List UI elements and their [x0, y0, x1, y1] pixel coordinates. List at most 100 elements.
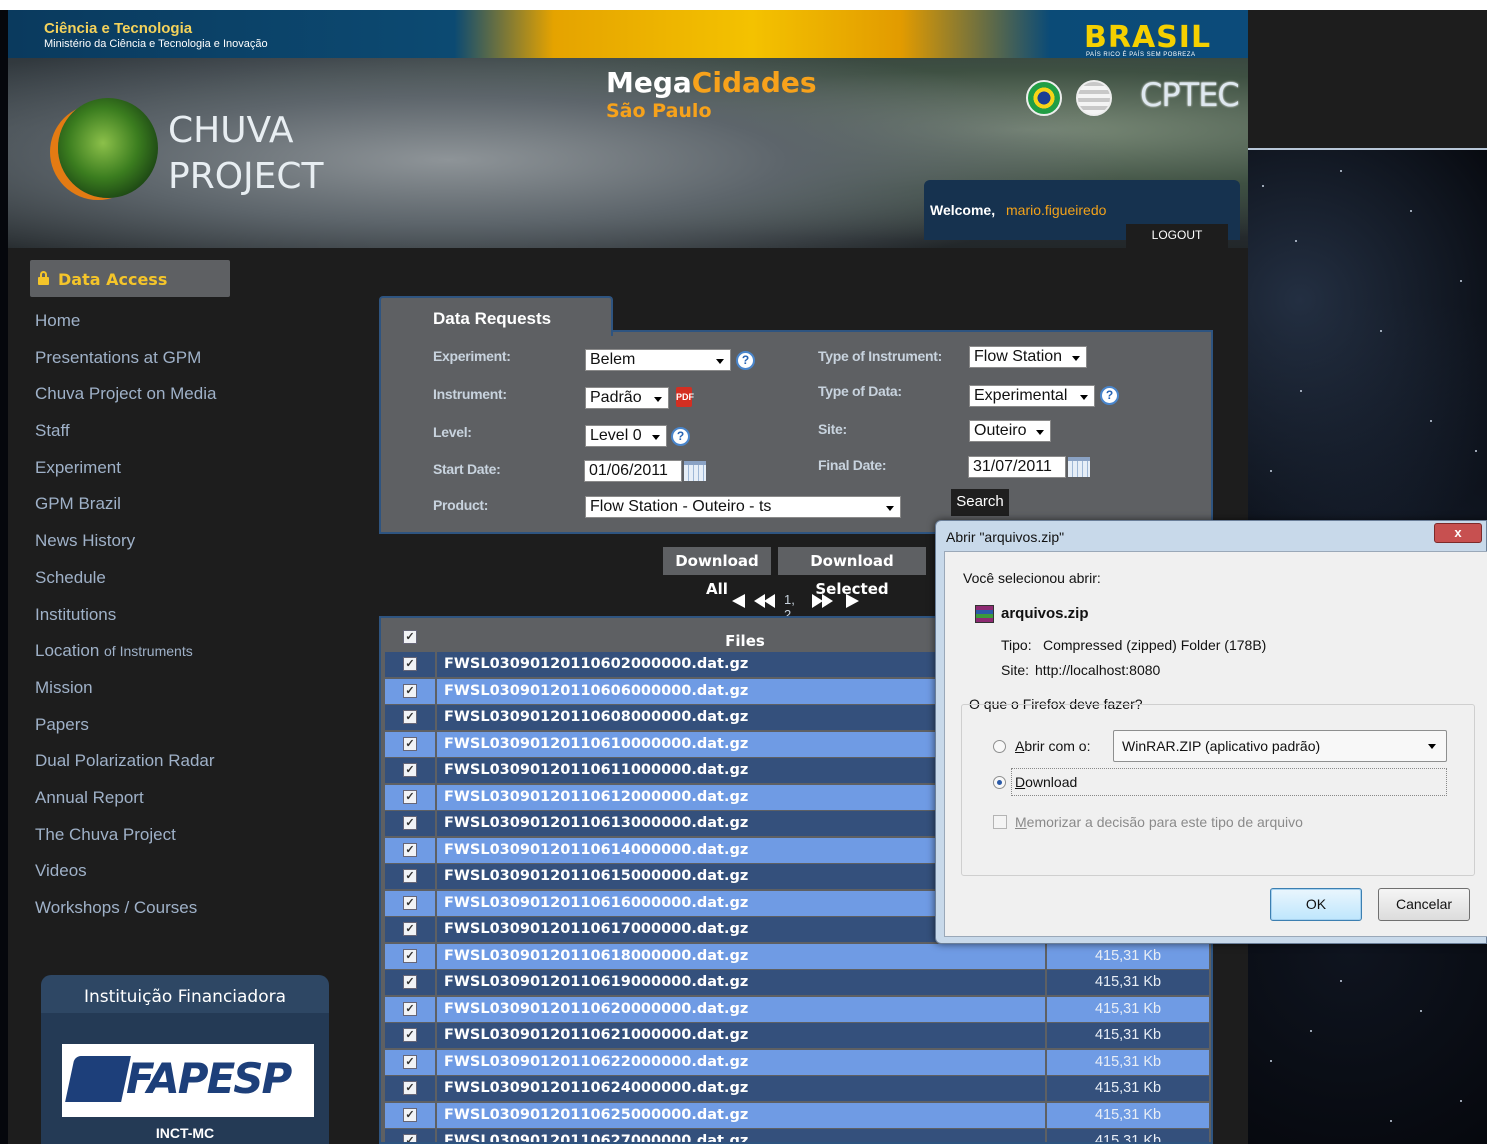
- row-checkbox[interactable]: ✓: [403, 657, 417, 671]
- brazil-flag-icon[interactable]: [1026, 80, 1062, 116]
- brasil-logo[interactable]: BRASIL PAÍS RICO É PAÍS SEM POBREZA: [1084, 20, 1218, 58]
- file-name[interactable]: FWSL03090120110621000000.dat.gz: [437, 1023, 1045, 1048]
- row-checkbox[interactable]: ✓: [403, 710, 417, 724]
- open-with-label[interactable]: Abrir com o:: [1015, 738, 1090, 754]
- sidebar-item-schedule[interactable]: Schedule: [35, 567, 315, 604]
- remember-checkbox[interactable]: [993, 815, 1007, 829]
- sidebar-item-annual-report[interactable]: Annual Report: [35, 787, 315, 824]
- download-selected-button[interactable]: Download Selected: [778, 547, 926, 598]
- search-button[interactable]: Search: [951, 489, 1009, 516]
- file-name[interactable]: FWSL03090120110618000000.dat.gz: [437, 943, 1045, 969]
- table-row[interactable]: ✓ FWSL03090120110619000000.dat.gz 415,31 K…: [385, 970, 1209, 995]
- download-all-button[interactable]: Download All: [663, 547, 771, 598]
- open-with-value: WinRAR.ZIP (aplicativo padrão): [1122, 738, 1321, 754]
- sidebar-item-presentations[interactable]: Presentations at GPM: [35, 347, 315, 384]
- cptec-logo[interactable]: CPTEC: [1140, 76, 1240, 114]
- project-title-line2[interactable]: PROJECT: [168, 156, 324, 197]
- sidebar-item-news-history[interactable]: News History: [35, 530, 315, 567]
- file-name[interactable]: FWSL03090120110619000000.dat.gz: [437, 970, 1045, 995]
- file-name[interactable]: FWSL03090120110624000000.dat.gz: [437, 1076, 1045, 1101]
- table-row[interactable]: ✓ FWSL03090120110620000000.dat.gz 415,31 K…: [385, 996, 1209, 1022]
- row-checkbox[interactable]: ✓: [403, 1081, 417, 1095]
- sidebar-item-staff[interactable]: Staff: [35, 420, 315, 457]
- product-select[interactable]: Flow Station - Outeiro - ts: [585, 496, 901, 518]
- row-checkbox[interactable]: ✓: [403, 895, 417, 910]
- fapesp-logo[interactable]: FAPESP: [62, 1044, 314, 1117]
- calendar-icon[interactable]: [1068, 457, 1090, 477]
- sidebar-item-chuva-project[interactable]: The Chuva Project: [35, 824, 315, 861]
- row-checkbox[interactable]: ✓: [403, 1001, 417, 1016]
- sidebar-item-videos[interactable]: Videos: [35, 860, 315, 897]
- row-checkbox[interactable]: ✓: [403, 869, 417, 883]
- type-data-label: Type of Data:: [818, 383, 902, 399]
- type-instrument-select[interactable]: Flow Station: [969, 346, 1087, 368]
- site-select[interactable]: Outeiro: [969, 420, 1051, 442]
- row-checkbox[interactable]: ✓: [403, 842, 417, 857]
- row-checkbox[interactable]: ✓: [403, 1028, 417, 1042]
- open-with-select[interactable]: WinRAR.ZIP (aplicativo padrão): [1113, 730, 1447, 762]
- mega-word: Mega: [606, 66, 692, 99]
- table-row[interactable]: ✓ FWSL03090120110621000000.dat.gz 415,31 K…: [385, 1023, 1209, 1048]
- download-option-label[interactable]: Download: [1015, 774, 1077, 790]
- row-checkbox[interactable]: ✓: [403, 1134, 417, 1142]
- file-name[interactable]: FWSL03090120110625000000.dat.gz: [437, 1102, 1045, 1128]
- row-checkbox[interactable]: ✓: [403, 763, 417, 777]
- row-checkbox[interactable]: ✓: [403, 1054, 417, 1069]
- row-checkbox[interactable]: ✓: [403, 683, 417, 698]
- table-row[interactable]: ✓ FWSL03090120110627000000.dat.gz 415,31 K…: [385, 1129, 1209, 1142]
- file-name[interactable]: FWSL03090120110627000000.dat.gz: [437, 1129, 1045, 1142]
- logout-button[interactable]: LOGOUT: [1126, 224, 1228, 248]
- sidebar-item-workshops[interactable]: Workshops / Courses: [35, 897, 315, 934]
- final-date-input[interactable]: 31/07/2011: [968, 456, 1066, 478]
- table-row[interactable]: ✓ FWSL03090120110625000000.dat.gz 415,31 K…: [385, 1102, 1209, 1128]
- sidebar-item-home[interactable]: Home: [35, 310, 315, 347]
- row-checkbox[interactable]: ✓: [403, 789, 417, 804]
- download-radio[interactable]: [993, 776, 1006, 789]
- help-icon[interactable]: ?: [671, 427, 690, 446]
- table-row[interactable]: ✓ FWSL03090120110622000000.dat.gz 415,31 K…: [385, 1049, 1209, 1075]
- table-row[interactable]: ✓ FWSL03090120110624000000.dat.gz 415,31 K…: [385, 1076, 1209, 1101]
- sidebar-item-institutions[interactable]: Institutions: [35, 604, 315, 641]
- sidebar-item-dual-pol-radar[interactable]: Dual Polarization Radar: [35, 750, 315, 787]
- file-name[interactable]: FWSL03090120110620000000.dat.gz: [437, 996, 1045, 1022]
- calendar-icon[interactable]: [684, 461, 706, 481]
- row-checkbox[interactable]: ✓: [403, 816, 417, 830]
- sidebar-item-media[interactable]: Chuva Project on Media: [35, 383, 315, 420]
- usa-flag-icon[interactable]: [1076, 80, 1112, 116]
- start-date-input[interactable]: 01/06/2011: [584, 460, 682, 482]
- row-checkbox[interactable]: ✓: [403, 975, 417, 989]
- row-checkbox[interactable]: ✓: [403, 1107, 417, 1122]
- file-name[interactable]: FWSL03090120110622000000.dat.gz: [437, 1049, 1045, 1075]
- level-select[interactable]: Level 0: [585, 425, 667, 447]
- ok-button[interactable]: OK: [1270, 888, 1362, 921]
- row-checkbox[interactable]: ✓: [403, 736, 417, 751]
- dialog-type-value: Compressed (zipped) Folder (178B): [1043, 637, 1267, 653]
- last-page-icon[interactable]: [846, 594, 859, 608]
- close-icon[interactable]: x: [1434, 523, 1482, 543]
- remember-label[interactable]: Memorizar a decisão para este tipo de ar…: [1015, 814, 1303, 830]
- pdf-icon[interactable]: PDF: [676, 387, 694, 407]
- experiment-select[interactable]: Belem: [585, 349, 731, 371]
- row-checkbox[interactable]: ✓: [403, 948, 417, 963]
- chevron-down-icon: [1036, 430, 1044, 435]
- first-page-icon[interactable]: [732, 594, 745, 608]
- sidebar-item-location[interactable]: Location of Instruments: [35, 640, 315, 677]
- megacidades-title: MegaCidades: [606, 66, 817, 99]
- sidebar-item-experiment[interactable]: Experiment: [35, 457, 315, 494]
- gov-title[interactable]: Ciência e Tecnologia: [44, 20, 192, 37]
- sidebar-item-gpm-brazil[interactable]: GPM Brazil: [35, 493, 315, 530]
- table-row[interactable]: ✓ FWSL03090120110618000000.dat.gz 415,31 K…: [385, 943, 1209, 969]
- sidebar-item-mission[interactable]: Mission: [35, 677, 315, 714]
- instrument-select[interactable]: Padrão: [585, 387, 669, 409]
- cancel-button[interactable]: Cancelar: [1378, 888, 1470, 921]
- type-data-select[interactable]: Experimental: [969, 385, 1095, 407]
- row-checkbox[interactable]: ✓: [403, 922, 417, 936]
- project-title-line1[interactable]: CHUVA: [168, 110, 294, 151]
- tab-data-requests[interactable]: Data Requests: [379, 296, 613, 336]
- help-icon[interactable]: ?: [1100, 386, 1119, 405]
- previous-page-icon[interactable]: [754, 594, 778, 608]
- help-icon[interactable]: ?: [736, 351, 755, 370]
- sidebar-item-papers[interactable]: Papers: [35, 714, 315, 751]
- open-with-radio[interactable]: [993, 740, 1006, 753]
- next-page-icon[interactable]: [812, 594, 836, 608]
